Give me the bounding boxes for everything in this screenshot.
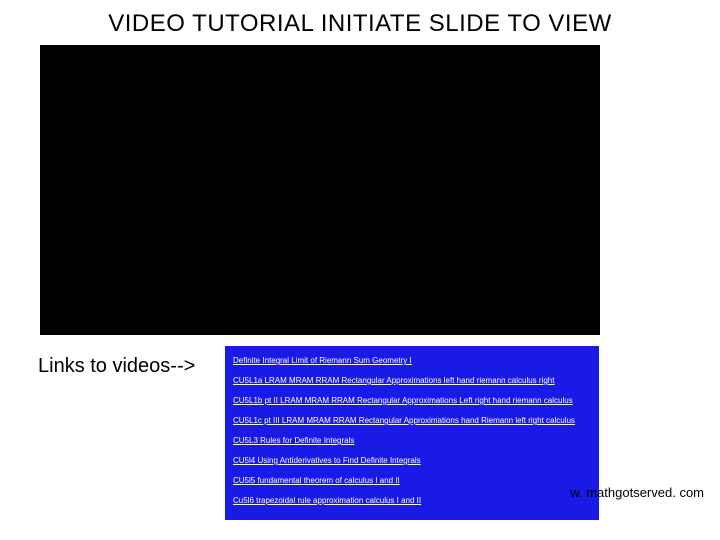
list-item: CU5L1c pt III LRAM MRAM RRAM Rectangular… (233, 412, 591, 432)
video-link[interactable]: CU5L1c pt III LRAM MRAM RRAM Rectangular… (233, 416, 575, 425)
video-link[interactable]: CU5L1b pt II LRAM MRAM RRAM Rectangular … (233, 396, 573, 405)
list-item: Cu5l6 trapezoidal rule approximation cal… (233, 492, 591, 512)
video-links-panel: Definite Integral Limit of Riemann Sum G… (225, 346, 599, 520)
video-link[interactable]: CU5L3 Rules for Definite Integrals (233, 436, 354, 445)
list-item: CU5L1b pt II LRAM MRAM RRAM Rectangular … (233, 392, 591, 412)
video-player-placeholder[interactable] (40, 45, 600, 335)
video-link[interactable]: CU5l4 Using Antiderivatives to Find Defi… (233, 456, 421, 465)
video-link[interactable]: Definite Integral Limit of Riemann Sum G… (233, 356, 412, 365)
video-link[interactable]: CU5l5 fundamental theorem of calculus I … (233, 476, 400, 485)
video-link[interactable]: Cu5l6 trapezoidal rule approximation cal… (233, 496, 421, 505)
list-item: CU5L1a LRAM MRAM RRAM Rectangular Approx… (233, 372, 591, 392)
footer-website-url: w. mathgotserved. com (570, 485, 704, 500)
list-item: Definite Integral Limit of Riemann Sum G… (233, 352, 591, 372)
list-item: CU5l4 Using Antiderivatives to Find Defi… (233, 452, 591, 472)
video-link[interactable]: CU5L1a LRAM MRAM RRAM Rectangular Approx… (233, 376, 554, 385)
links-to-videos-label: Links to videos--> (38, 355, 195, 378)
page-title: VIDEO TUTORIAL INITIATE SLIDE TO VIEW (0, 10, 720, 38)
list-item: CU5l5 fundamental theorem of calculus I … (233, 472, 591, 492)
list-item: CU5L3 Rules for Definite Integrals (233, 432, 591, 452)
